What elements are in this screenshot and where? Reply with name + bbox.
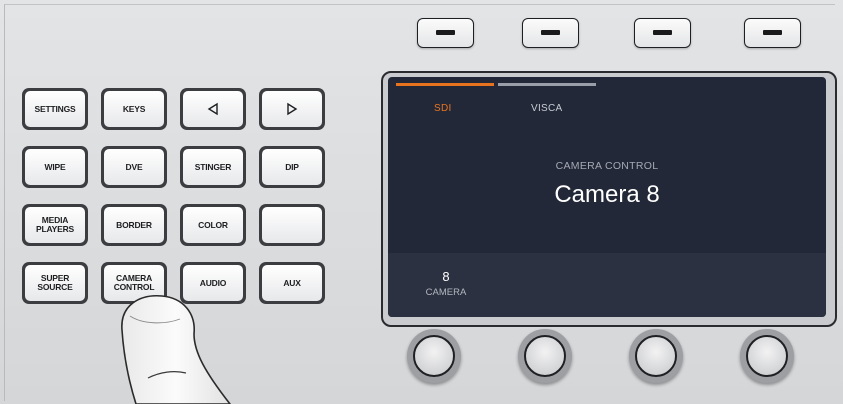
finger-illustration — [121, 295, 232, 404]
